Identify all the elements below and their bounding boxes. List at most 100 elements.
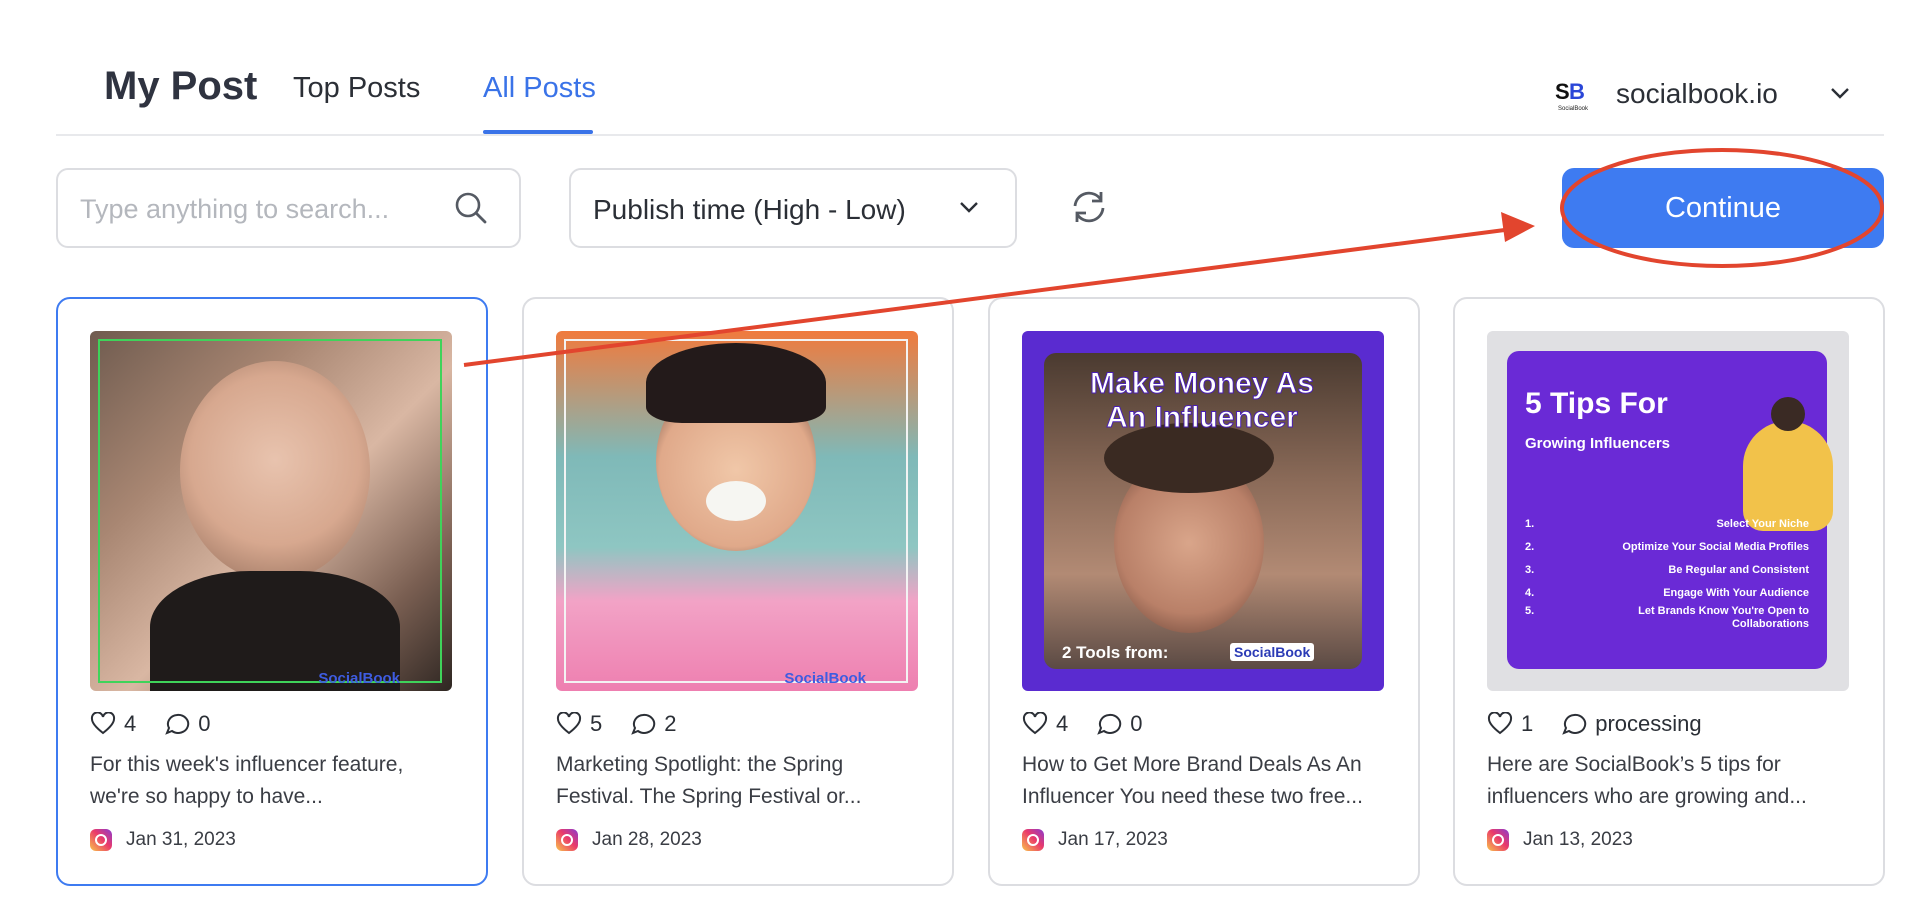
chevron-down-icon — [1830, 86, 1850, 105]
heart-icon — [556, 712, 582, 735]
post-card[interactable]: SocialBook 5 2 Marketing Spotlight: the … — [522, 297, 954, 886]
comments-stat: 2 — [630, 711, 677, 737]
logo-s: S — [1555, 79, 1570, 104]
thumbnail-tips-list: 1. Select Your Niche 2. Optimize Your Soci… — [1525, 513, 1809, 631]
caption-line: Here are SocialBook’s 5 tips for — [1487, 753, 1781, 776]
sort-dropdown[interactable]: Publish time (High - Low) — [569, 168, 1017, 248]
logo-b: B — [1569, 79, 1585, 104]
caption-line: Influencer You need these two free... — [1022, 785, 1363, 808]
post-thumbnail: Make Money As An Influencer 2 Tools from… — [1022, 331, 1384, 691]
instagram-icon — [556, 829, 578, 851]
likes-stat: 4 — [90, 711, 136, 737]
tip-row: 5. Let Brands Know You're Open to Collabo… — [1525, 605, 1809, 631]
comment-icon — [1097, 713, 1122, 735]
chevron-down-icon — [959, 200, 979, 219]
tab-all-posts[interactable]: All Posts — [483, 72, 596, 105]
account-name: socialbook.io — [1616, 78, 1778, 109]
post-card[interactable]: SocialBook 4 0 For this week's influence… — [56, 297, 488, 886]
tip-row: 3. Be Regular and Consistent — [1525, 559, 1809, 582]
refresh-icon[interactable] — [1068, 186, 1110, 233]
thumbnail-headline: Make Money As An Influencer — [1052, 367, 1352, 435]
thumbnail-brand: SocialBook — [1230, 643, 1315, 661]
comments-count: 0 — [198, 711, 211, 736]
tip-number: 5. — [1525, 605, 1535, 617]
tip-text: Be Regular and Consistent — [1668, 564, 1809, 576]
heart-icon — [1487, 712, 1513, 735]
tip-number: 1. — [1525, 518, 1535, 530]
post-thumbnail: 5 Tips For Growing Influencers 1. Select … — [1487, 331, 1849, 691]
active-tab-indicator — [483, 130, 593, 134]
caption-line: For this week's influencer feature, — [90, 753, 404, 776]
post-stats: 5 2 — [556, 709, 705, 739]
comments-count: 2 — [664, 711, 677, 736]
thumbnail-title: 5 Tips For — [1525, 387, 1668, 420]
post-stats: 4 0 — [1022, 709, 1171, 739]
headline-line: An Influencer — [1106, 401, 1299, 435]
post-stats: 4 0 — [90, 709, 239, 739]
post-stats: 1 processing — [1487, 709, 1730, 739]
comments-count: processing — [1595, 711, 1702, 736]
instagram-icon — [1022, 829, 1044, 851]
post-date: Jan 13, 2023 — [1523, 829, 1633, 850]
tip-number: 3. — [1525, 564, 1535, 576]
likes-stat: 4 — [1022, 711, 1068, 737]
page-header: My Post Top Posts All Posts S B SocialBo… — [56, 0, 1884, 136]
post-card[interactable]: Make Money As An Influencer 2 Tools from… — [988, 297, 1420, 886]
likes-count: 1 — [1521, 711, 1534, 736]
detection-frame — [564, 339, 908, 683]
tip-text: Optimize Your Social Media Profiles — [1622, 541, 1809, 553]
account-switcher[interactable]: S B SocialBook socialbook.io — [1554, 74, 1849, 114]
continue-button[interactable]: Continue — [1562, 168, 1884, 248]
post-date-row: Jan 13, 2023 — [1487, 829, 1633, 851]
comments-stat: processing — [1561, 711, 1702, 737]
comments-stat: 0 — [1096, 711, 1143, 737]
post-caption: Here are SocialBook’s 5 tips for influen… — [1487, 749, 1857, 813]
search-input[interactable] — [80, 188, 450, 230]
tip-row: 2. Optimize Your Social Media Profiles — [1525, 536, 1809, 559]
headline-line: Make Money As — [1090, 367, 1315, 401]
heart-icon — [90, 712, 116, 735]
sort-selected-value: Publish time (High - Low) — [593, 194, 906, 225]
likes-count: 4 — [1056, 711, 1069, 736]
thumbnail-subtitle: Growing Influencers — [1525, 435, 1671, 452]
post-date: Jan 17, 2023 — [1058, 829, 1168, 850]
logo-caption: SocialBook — [1558, 106, 1589, 112]
post-date-row: Jan 31, 2023 — [90, 829, 236, 851]
watermark-text: SocialBook — [318, 670, 400, 687]
tip-row: 1. Select Your Niche — [1525, 513, 1809, 536]
watermark-text: SocialBook — [784, 670, 866, 687]
socialbook-logo-icon: S B SocialBook — [1554, 75, 1592, 113]
caption-line: we're so happy to have... — [90, 785, 323, 808]
tip-number: 2. — [1525, 541, 1535, 553]
caption-line: Festival. The Spring Festival or... — [556, 785, 862, 808]
tip-text: Select Your Niche — [1716, 518, 1809, 530]
post-date: Jan 31, 2023 — [126, 829, 236, 850]
annotation-arrowhead — [1501, 212, 1535, 242]
caption-line: influencers who are growing and... — [1487, 785, 1807, 808]
caption-line: How to Get More Brand Deals As An — [1022, 753, 1362, 776]
post-caption: For this week's influencer feature, we'r… — [90, 749, 460, 813]
caption-line: Marketing Spotlight: the Spring — [556, 753, 844, 776]
page-title: My Post — [104, 64, 258, 108]
post-card[interactable]: 5 Tips For Growing Influencers 1. Select … — [1453, 297, 1885, 886]
comment-icon — [1562, 713, 1587, 735]
post-caption: How to Get More Brand Deals As An Influe… — [1022, 749, 1392, 813]
post-caption: Marketing Spotlight: the Spring Festival… — [556, 749, 926, 813]
post-thumbnail: SocialBook — [556, 331, 918, 691]
likes-count: 4 — [124, 711, 137, 736]
thumbnail-footer: 2 Tools from: — [1062, 643, 1169, 662]
comment-icon — [165, 713, 190, 735]
tip-text: Let Brands Know You're Open to Collabora… — [1638, 605, 1809, 630]
tab-top-posts[interactable]: Top Posts — [293, 72, 420, 105]
detection-frame — [98, 339, 442, 683]
tip-text: Engage With Your Audience — [1663, 587, 1809, 599]
likes-stat: 5 — [556, 711, 602, 737]
post-date-row: Jan 17, 2023 — [1022, 829, 1168, 851]
instagram-icon — [90, 829, 112, 851]
search-box — [56, 168, 521, 248]
search-icon[interactable] — [453, 190, 489, 231]
instagram-icon — [1487, 829, 1509, 851]
likes-count: 5 — [590, 711, 603, 736]
comments-stat: 0 — [164, 711, 211, 737]
tip-number: 4. — [1525, 587, 1535, 599]
